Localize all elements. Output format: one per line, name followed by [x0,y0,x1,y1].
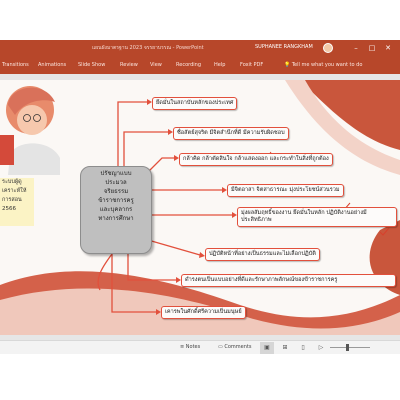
reading-view-icon[interactable]: ▯ [296,342,310,354]
node-2[interactable]: ซื่อสัตย์สุจริต มีจิตสำนึกที่ดี มีความรั… [173,127,289,140]
tab-view[interactable]: View [150,62,162,68]
tab-help[interactable]: Help [214,62,225,68]
node-6[interactable]: ปฏิบัติหน้าที่อย่างเป็นธรรมและไม่เลือกปฏ… [205,248,320,261]
node-7[interactable]: ดำรงตนเป็นแบบอย่างที่ดีและรักษาภาพลักษณ์… [181,274,396,287]
center-line-2: ประมวล [105,179,127,186]
left-card: ระบบผู้ดู เคราะห์ให้ การสอน 2566 [0,178,34,226]
slideshow-icon[interactable]: ▷ [314,342,328,354]
tell-me-label: Tell me what you want to do [291,62,363,68]
tab-slide-show[interactable]: Slide Show [78,62,105,68]
tab-animations[interactable]: Animations [38,62,66,68]
comments-label: Comments [224,344,252,350]
tab-recording[interactable]: Recording [176,62,201,68]
window-maximize-icon[interactable]: □ [366,42,378,54]
node-8[interactable]: เคารพในศักดิ์ศรีความเป็นมนุษย์ [161,306,246,319]
center-line-4: ข้าราชการครู [98,197,134,204]
node-1[interactable]: ยึดมั่นในสถาบันหลักของประเทศ [152,97,238,110]
node-5[interactable]: มุ่งผลสัมฤทธิ์ของงาน ยึดมั่นในหลัก ปฏิบั… [237,207,397,227]
zoom-slider-thumb[interactable] [346,344,349,351]
normal-view-icon[interactable]: ▣ [260,342,274,354]
notes-label: Notes [185,344,201,350]
notes-button[interactable]: ≡ Notes [180,344,200,350]
center-line-5: และบุคลากร [99,206,133,213]
center-line-1: ปรัชญาแบบ [100,170,132,177]
left-card-line-1: ระบบผู้ดู [2,179,22,185]
left-card-line-3: การสอน [2,197,22,203]
node-3[interactable]: กล้าคิด กล้าตัดสินใจ กล้าแสดงออก และกระท… [179,153,333,166]
title-bar: แผนผังมาตรฐาน 2023 จรรยาบรรณ - PowerPoin… [0,40,400,56]
comments-button[interactable]: ▭ Comments [218,344,251,350]
lightbulb-icon: 💡 [284,62,292,68]
center-line-3: จริยธรรม [103,188,129,195]
slide[interactable]: ระบบผู้ดู เคราะห์ให้ การสอน 2566 ปรัชญาแ… [0,80,400,335]
left-card-line-2: เคราะห์ให้ [2,188,27,194]
tell-me-search[interactable]: 💡 Tell me what you want to do [284,60,394,70]
node-4[interactable]: มีจิตอาสา จิตสาธารณะ มุ่งประโยชน์ส่วนรวม [227,184,344,197]
ribbon-tabs: Transitions Animations Slide Show Review… [0,56,400,74]
status-bar: ≡ Notes ▭ Comments ▣ ⊞ ▯ ▷ [0,340,400,354]
user-name[interactable]: SUPHANEE RANGKHAM [255,44,313,50]
center-line-6: ทางการศึกษา [98,215,134,222]
slide-sorter-icon[interactable]: ⊞ [278,342,292,354]
avatar[interactable] [323,43,333,53]
window-close-icon[interactable]: ✕ [382,42,394,54]
tab-review[interactable]: Review [120,62,138,68]
tab-foxit-pdf[interactable]: Foxit PDF [240,62,263,68]
zoom-slider[interactable] [330,347,370,348]
left-card-line-4: 2566 [2,206,16,212]
window-minimize-icon[interactable]: – [350,42,362,54]
window-title: แผนผังมาตรฐาน 2023 จรรยาบรรณ - PowerPoin… [92,45,204,51]
tab-transitions[interactable]: Transitions [2,62,29,68]
center-node[interactable]: ปรัชญาแบบ ประมวล จริยธรรม ข้าราชการครู แ… [80,166,152,254]
